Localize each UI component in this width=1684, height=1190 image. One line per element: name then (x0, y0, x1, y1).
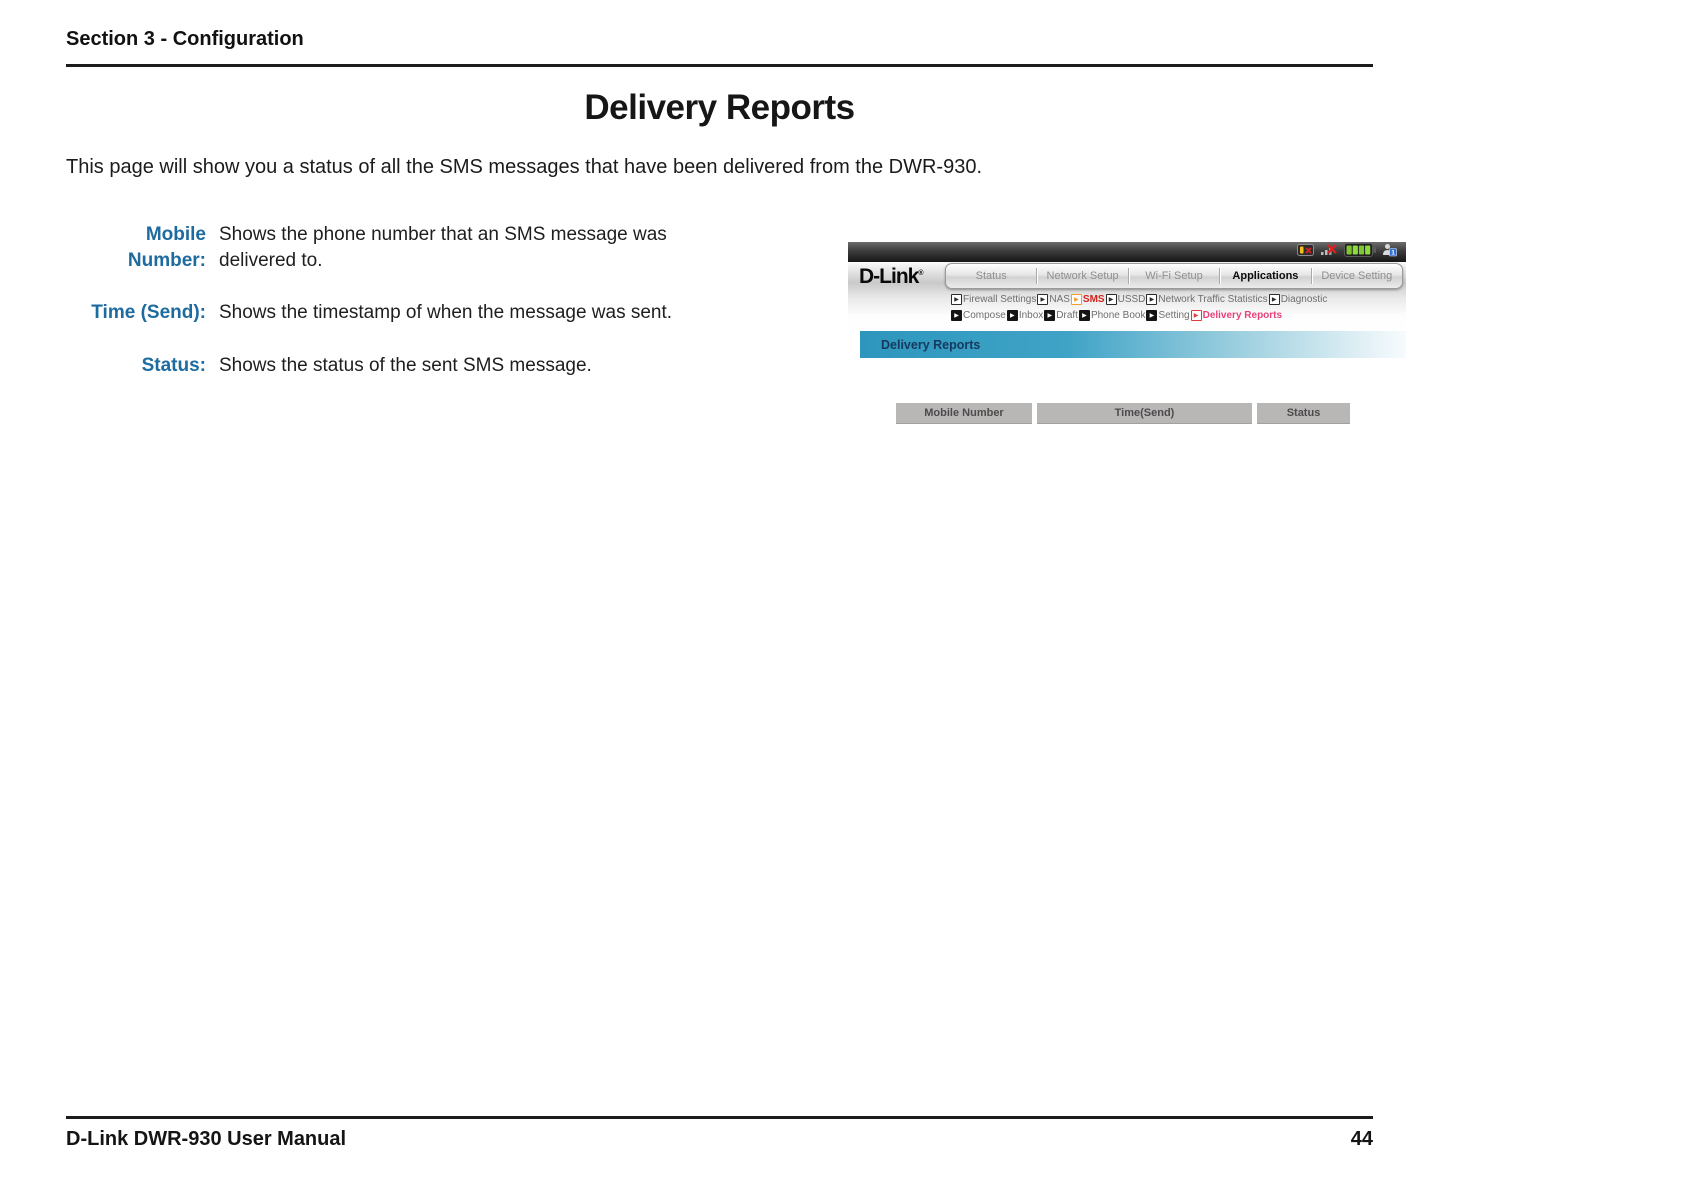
subnav-label: Compose (963, 310, 1006, 321)
column-header-mobile-number: Mobile Number (896, 403, 1032, 424)
subnav-label: Inbox (1018, 310, 1044, 321)
tab-applications: Applications (1232, 270, 1299, 282)
battery-icon (1344, 242, 1376, 262)
subnav-label: Setting (1158, 310, 1190, 321)
subnav-row-sms: ▶ Compose ▶ Inbox ▶ Draft ▶ Phone Book ▶ Sett… (951, 310, 1283, 321)
network-alert-icon (1297, 243, 1314, 261)
page-banner-title: Delivery Reports (881, 337, 981, 352)
field-label-mobile-number: Mobile Number: (127, 224, 206, 271)
footer-page-number: 44 (1350, 1128, 1373, 1150)
subnav-item-compose: ▶ Compose (951, 310, 1006, 321)
arrow-icon: ▶ (1268, 294, 1280, 305)
field-label-time-send: Time (Send): (91, 302, 206, 323)
subnav-item-diagnostic: ▶ Diagnostic (1268, 294, 1328, 305)
field-description-time-send: Shows the timestamp of when the message … (219, 302, 673, 323)
sim-badge-count: 1 (1391, 249, 1395, 256)
subnav-label: Draft (1056, 310, 1078, 321)
tab-status: Status (975, 270, 1007, 282)
field-description-mobile-number: Shows the phone number that an SMS messa… (219, 224, 667, 271)
router-header: D-Link® Status Network Setup Wi-Fi Setup… (848, 262, 1406, 331)
arrow-icon: ▶ (1146, 310, 1158, 321)
tab-wifi-setup: Wi-Fi Setup (1145, 270, 1203, 282)
column-header-time-send: Time(Send) (1037, 403, 1252, 424)
registered-mark: ® (918, 270, 924, 277)
subnav-row-applications: ▶ Firewall Settings ▶ NAS ▶ SMS ▶ USSD ▶ Netw… (951, 294, 1328, 305)
subnav-item-draft: ▶ Draft (1044, 310, 1078, 321)
section-header: Section 3 - Configuration (66, 28, 304, 50)
no-signal-icon (1320, 243, 1338, 261)
subnav-item-sms: ▶ SMS (1070, 294, 1105, 305)
arrow-icon: ▶ (951, 310, 962, 321)
delivery-reports-table: Mobile Number Time(Send) Status (896, 403, 1350, 424)
field-row-status: Status: Shows the status of the sent SMS… (66, 353, 689, 379)
subnav-item-setting: ▶ Setting (1146, 310, 1190, 321)
subnav-item-phone-book: ▶ Phone Book (1078, 310, 1146, 321)
subnav-label: Network Traffic Statistics (1158, 294, 1268, 305)
arrow-icon: ▶ (1105, 294, 1117, 305)
subnav-label: NAS (1049, 294, 1070, 305)
arrow-icon: ▶ (1006, 310, 1018, 321)
arrow-icon: ▶ (1037, 294, 1049, 305)
page-banner: Delivery Reports (860, 331, 1406, 358)
subnav-label-active: Delivery Reports (1202, 310, 1283, 321)
subnav-label: Phone Book (1090, 310, 1146, 321)
intro-text: This page will show you a status of all … (66, 156, 983, 178)
field-label-status: Status: (141, 355, 206, 376)
nav-tabbar: Status Network Setup Wi-Fi Setup Applica… (945, 263, 1403, 289)
subnav-item-ussd: ▶ USSD (1105, 294, 1146, 305)
header-divider (66, 64, 1373, 67)
field-description-status: Shows the status of the sent SMS message… (219, 355, 592, 376)
router-status-bar: 1 (848, 242, 1406, 262)
column-header-status: Status (1257, 403, 1350, 424)
subnav-label: USSD (1117, 294, 1146, 305)
sim-badge-icon: 1 (1382, 243, 1397, 262)
arrow-icon: ▶ (1044, 310, 1056, 321)
footer-divider (66, 1116, 1373, 1119)
subnav-item-nas: ▶ NAS (1037, 294, 1070, 305)
subnav-item-delivery-reports: ▶ Delivery Reports (1190, 310, 1283, 321)
tab-device-setting: Device Setting (1321, 270, 1393, 282)
dlink-logo: D-Link® (859, 265, 924, 289)
page-title: Delivery Reports (584, 88, 855, 127)
subnav-item-firewall-settings: ▶ Firewall Settings (951, 294, 1036, 305)
router-ui-screenshot: 1 D-Link® Status Network Setup Wi-Fi Set… (848, 242, 1406, 430)
subnav-label: Firewall Settings (963, 294, 1037, 305)
arrow-icon-active: ▶ (1190, 310, 1202, 321)
dlink-logo-text: D-Link (859, 265, 919, 288)
subnav-label-active: SMS (1082, 294, 1105, 305)
arrow-icon: ▶ (951, 294, 962, 305)
subnav-item-network-traffic-statistics: ▶ Network Traffic Statistics (1146, 294, 1268, 305)
tab-network-setup: Network Setup (1046, 270, 1119, 282)
field-row-mobile-number: Mobile Number: Shows the phone number th… (66, 222, 689, 274)
subnav-item-inbox: ▶ Inbox (1006, 310, 1044, 321)
subnav-label: Diagnostic (1280, 294, 1328, 305)
arrow-icon: ▶ (1078, 310, 1090, 321)
field-row-time-send: Time (Send): Shows the timestamp of when… (66, 300, 689, 326)
arrow-icon: ▶ (1146, 294, 1158, 305)
arrow-icon-active: ▶ (1070, 294, 1082, 305)
